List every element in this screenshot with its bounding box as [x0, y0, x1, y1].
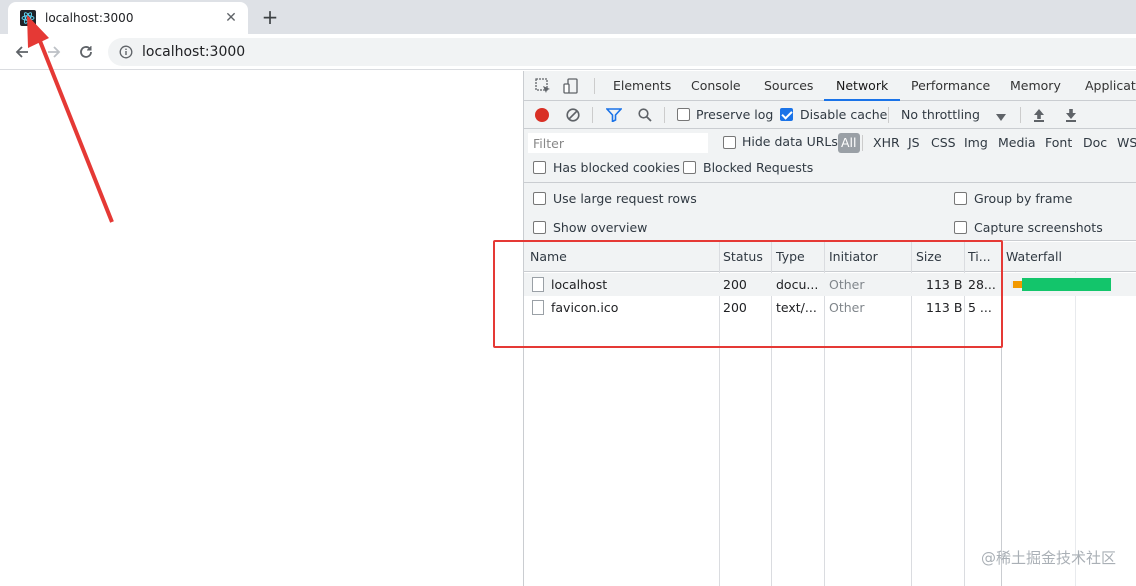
tab-elements[interactable]: Elements: [613, 71, 671, 101]
info-icon[interactable]: [118, 44, 134, 60]
url-text: localhost:3000: [142, 44, 246, 60]
row-initiator: Other: [829, 300, 865, 315]
row-name[interactable]: localhost: [551, 273, 716, 296]
type-filter-font[interactable]: Font: [1045, 135, 1072, 150]
row-initiator: Other: [829, 277, 865, 292]
large-rows-checkbox[interactable]: [533, 192, 546, 205]
type-filter-css[interactable]: CSS: [931, 135, 956, 150]
header-name[interactable]: Name: [530, 242, 567, 272]
type-filter-xhr[interactable]: XHR: [873, 135, 900, 150]
hide-data-urls-label: Hide data URLs: [742, 134, 838, 149]
throttling-select[interactable]: No throttling: [901, 107, 980, 122]
row-size: 113 B: [926, 300, 963, 315]
row-time: 28...: [968, 277, 996, 292]
type-filter-js[interactable]: JS: [908, 135, 920, 150]
export-har-icon[interactable]: [1064, 107, 1078, 123]
browser-toolbar: localhost:3000: [0, 34, 1136, 70]
inspect-element-icon[interactable]: [534, 77, 552, 95]
blocked-requests-label: Blocked Requests: [703, 160, 814, 175]
row-size: 113 B: [926, 277, 963, 292]
watermark: @稀土掘金技术社区: [980, 549, 1116, 567]
table-row[interactable]: localhost 200 docu... Other 113 B 28...: [524, 273, 1136, 296]
clear-icon[interactable]: [566, 108, 580, 122]
browser-tab[interactable]: localhost:3000 ✕: [8, 2, 248, 34]
type-filter-img[interactable]: Img: [964, 135, 988, 150]
document-icon: [532, 300, 544, 315]
network-settings: Use large request rows Group by frame Sh…: [524, 183, 1136, 241]
tab-title: localhost:3000: [45, 11, 134, 25]
table-row[interactable]: favicon.ico 200 text/... Other 113 B 5 .…: [524, 296, 1136, 319]
has-blocked-cookies-checkbox[interactable]: [533, 161, 546, 174]
network-toolbar: Preserve log Disable cache No throttling: [524, 101, 1136, 129]
waterfall-download-bar: [1022, 278, 1111, 291]
row-status: 200: [723, 300, 747, 315]
preserve-log-checkbox[interactable]: [677, 108, 690, 121]
filter-bar: Filter Hide data URLs All XHR JS CSS Img…: [524, 129, 1136, 183]
type-filter-all[interactable]: All: [838, 133, 860, 153]
request-table: Name Status Type Initiator Size Ti... Wa…: [524, 242, 1136, 586]
show-overview-label: Show overview: [553, 220, 648, 235]
show-overview-checkbox[interactable]: [533, 221, 546, 234]
capture-screenshots-checkbox[interactable]: [954, 221, 967, 234]
tab-network[interactable]: Network: [824, 71, 901, 101]
document-icon: [532, 277, 544, 292]
header-initiator[interactable]: Initiator: [829, 242, 878, 272]
group-by-frame-label: Group by frame: [974, 191, 1073, 206]
device-toolbar-icon[interactable]: [562, 77, 580, 95]
devtools-tabbar: Elements Console Sources Network Perform…: [524, 71, 1136, 101]
search-icon[interactable]: [638, 108, 652, 122]
browser-tabstrip: localhost:3000 ✕ +: [0, 0, 1136, 34]
preserve-log-label: Preserve log: [696, 107, 774, 122]
hide-data-urls-checkbox[interactable]: [723, 136, 736, 149]
back-arrow-icon[interactable]: [10, 40, 34, 64]
tab-performance[interactable]: Performance: [911, 71, 990, 101]
tab-application[interactable]: Applicati: [1085, 71, 1136, 101]
react-favicon-icon: [20, 10, 36, 26]
tab-sources[interactable]: Sources: [764, 71, 813, 101]
row-type: text/...: [776, 300, 817, 315]
filter-input[interactable]: Filter: [528, 133, 708, 153]
tab-memory[interactable]: Memory: [1010, 71, 1061, 101]
row-time: 5 ...: [968, 300, 992, 315]
header-type[interactable]: Type: [776, 242, 805, 272]
address-bar[interactable]: localhost:3000: [108, 38, 1136, 66]
reload-icon[interactable]: [74, 40, 98, 64]
capture-screenshots-label: Capture screenshots: [974, 220, 1103, 235]
large-rows-label: Use large request rows: [553, 191, 697, 206]
header-status[interactable]: Status: [723, 242, 763, 272]
record-icon[interactable]: [534, 107, 550, 123]
header-size[interactable]: Size: [916, 242, 942, 272]
row-status: 200: [723, 277, 747, 292]
forward-arrow-icon[interactable]: [42, 40, 66, 64]
filter-icon[interactable]: [605, 108, 623, 123]
close-tab-icon[interactable]: ✕: [222, 9, 240, 27]
tab-console[interactable]: Console: [691, 71, 741, 101]
row-name[interactable]: favicon.ico: [551, 296, 716, 319]
waterfall-wait-bar: [1013, 281, 1022, 288]
devtools-panel: Elements Console Sources Network Perform…: [523, 71, 1136, 586]
dropdown-arrow-icon[interactable]: [996, 111, 1006, 121]
type-filter-doc[interactable]: Doc: [1083, 135, 1107, 150]
header-waterfall[interactable]: Waterfall: [1006, 242, 1062, 272]
blocked-requests-checkbox[interactable]: [683, 161, 696, 174]
new-tab-button[interactable]: +: [259, 6, 281, 28]
disable-cache-label: Disable cache: [800, 107, 888, 122]
has-blocked-cookies-label: Has blocked cookies: [553, 160, 680, 175]
import-har-icon[interactable]: [1032, 107, 1046, 123]
type-filter-media[interactable]: Media: [998, 135, 1036, 150]
row-type: docu...: [776, 277, 819, 292]
header-time[interactable]: Ti...: [968, 242, 991, 272]
group-by-frame-checkbox[interactable]: [954, 192, 967, 205]
disable-cache-checkbox[interactable]: [780, 108, 793, 121]
screenshot-root: localhost:3000 ✕ + localhost:3000 Elemen…: [0, 0, 1136, 586]
type-filter-ws[interactable]: WS: [1117, 135, 1136, 150]
